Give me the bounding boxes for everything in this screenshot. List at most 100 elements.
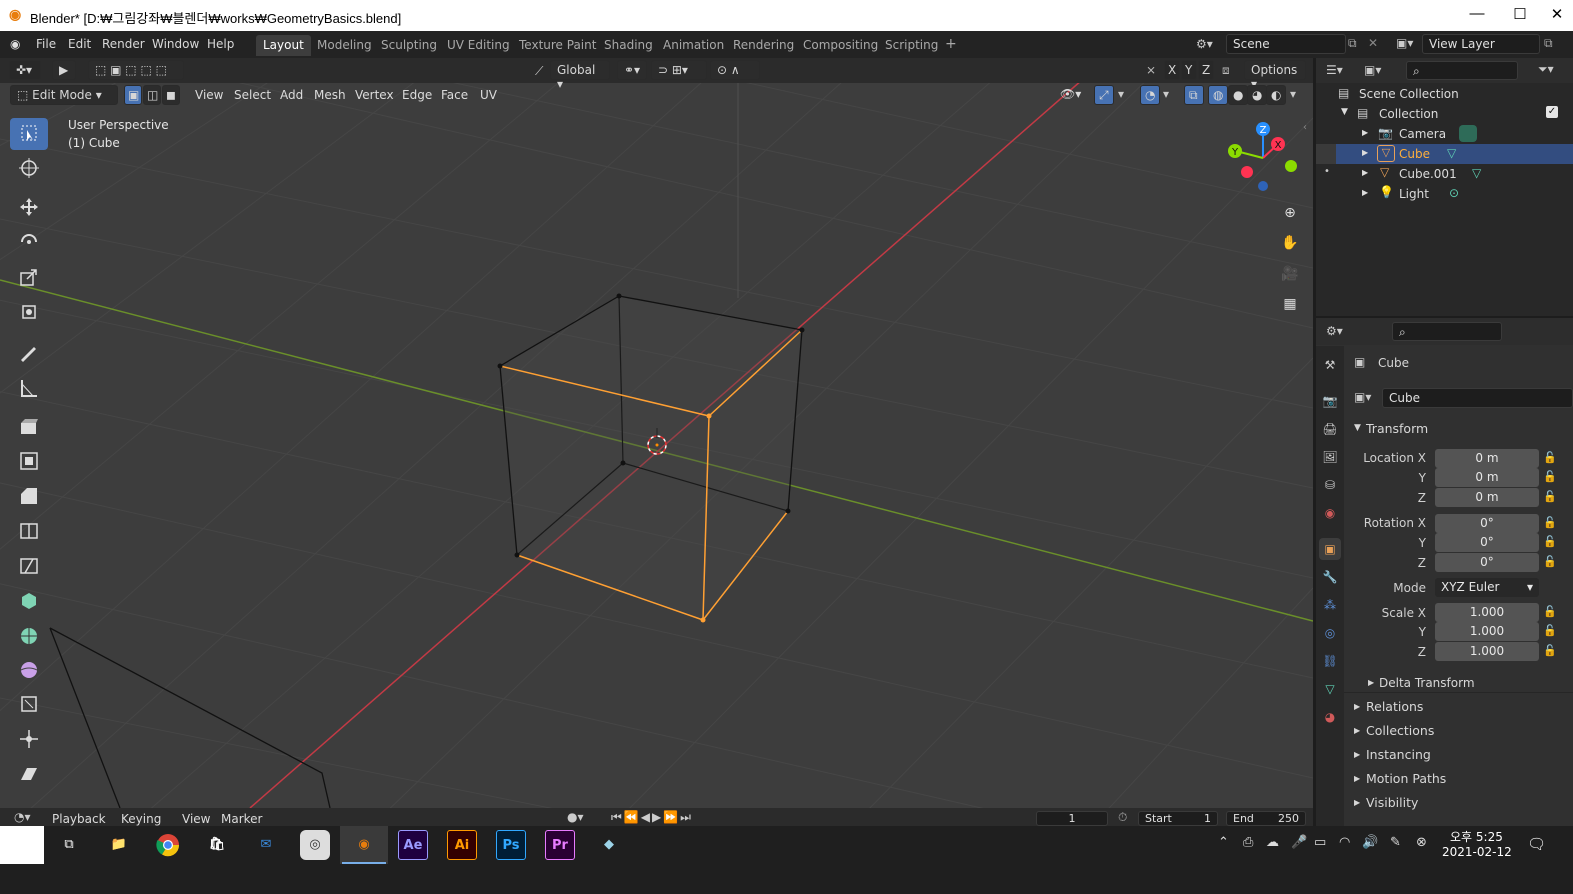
visibility-panel[interactable]: Visibility bbox=[1366, 795, 1418, 810]
start-frame-field[interactable]: Start 1 bbox=[1138, 811, 1218, 826]
scale-z-field[interactable]: 1.000 bbox=[1435, 642, 1539, 661]
motion-paths-panel[interactable]: Motion Paths bbox=[1366, 771, 1446, 786]
new-view-layer-icon[interactable]: ⧉ bbox=[1544, 36, 1553, 51]
motion-paths-expand-icon[interactable]: ▶ bbox=[1354, 774, 1360, 783]
scale-x-field[interactable]: 1.000 bbox=[1435, 603, 1539, 622]
tool-scale-icon[interactable] bbox=[10, 262, 48, 294]
playback-controls-icon[interactable]: ⏮⏪◀▶⏩⏭ bbox=[611, 810, 693, 825]
mirror-x-toggle[interactable]: X bbox=[1164, 60, 1180, 80]
tool-measure-icon[interactable] bbox=[10, 373, 48, 405]
outliner-editor-icon[interactable]: ☰▾ bbox=[1326, 63, 1343, 77]
transform-collapse-icon[interactable]: ▼ bbox=[1354, 423, 1361, 433]
proportional-editing-icon[interactable]: ⊙ ∧ bbox=[710, 60, 760, 80]
lock-icon[interactable]: 🔓 bbox=[1543, 516, 1557, 530]
menu-select[interactable]: Select bbox=[234, 88, 271, 102]
menu-vertex[interactable]: Vertex bbox=[355, 88, 394, 102]
instancing-panel[interactable]: Instancing bbox=[1366, 747, 1431, 762]
lock-icon[interactable]: 🔓 bbox=[1543, 535, 1557, 549]
outliner-item-cube-001[interactable]: • ▶ ▽ Cube.001 ▽ bbox=[1316, 164, 1573, 184]
overlay-dropdown-icon[interactable]: ▾ bbox=[1163, 87, 1169, 101]
mirror-z-toggle[interactable]: Z bbox=[1198, 60, 1214, 80]
display-mode-icon[interactable]: ▣▾ bbox=[1364, 63, 1381, 77]
mesh-data-tab-icon[interactable]: ▽ bbox=[1319, 678, 1341, 700]
mirror-y-toggle[interactable]: Y bbox=[1181, 60, 1197, 80]
light-expand-icon[interactable]: ▶ bbox=[1362, 188, 1368, 197]
rotation-mode-dropdown[interactable]: XYZ Euler ▾ bbox=[1435, 578, 1539, 597]
tray-battery-icon[interactable]: ▭ bbox=[1314, 835, 1326, 850]
tray-usb-icon[interactable]: ⎙ bbox=[1243, 835, 1253, 850]
tool-edge-slide-icon[interactable] bbox=[10, 689, 48, 721]
mirror-icon[interactable]: ⨯ bbox=[1146, 63, 1156, 77]
tool-cursor-icon[interactable] bbox=[10, 153, 48, 185]
tab-uv-editing[interactable]: UV Editing bbox=[440, 35, 517, 56]
physics-tab-icon[interactable]: ◎ bbox=[1319, 622, 1341, 644]
tray-mic-icon[interactable]: 🎤 bbox=[1291, 835, 1307, 850]
store-icon[interactable]: 🛍 bbox=[202, 830, 232, 860]
tab-modeling[interactable]: Modeling bbox=[310, 35, 379, 56]
after-effects-icon[interactable]: Ae bbox=[398, 830, 428, 860]
tab-rendering[interactable]: Rendering bbox=[726, 35, 801, 56]
location-z-field[interactable]: 0 m bbox=[1435, 488, 1539, 507]
camera-expand-icon[interactable]: ▶ bbox=[1362, 128, 1368, 137]
minimize-button[interactable]: — bbox=[1466, 5, 1488, 25]
scene-selector-icon[interactable]: ⚙▾ bbox=[1196, 37, 1213, 51]
rotation-z-field[interactable]: 0° bbox=[1435, 553, 1539, 572]
outliner-item-cube[interactable]: ▶ ▽ Cube ▽ bbox=[1316, 144, 1573, 164]
camera-view-icon[interactable]: 🎥 bbox=[1277, 261, 1303, 287]
menu-view[interactable]: View bbox=[195, 88, 223, 102]
tray-volume-icon[interactable]: 🔊 bbox=[1362, 835, 1378, 850]
tool-move-icon[interactable] bbox=[10, 192, 48, 224]
outliner-collection[interactable]: ▼ ▤ Collection ✓ bbox=[1316, 104, 1573, 124]
face-select-icon[interactable]: ◼ bbox=[162, 85, 180, 105]
illustrator-icon[interactable]: Ai bbox=[447, 830, 477, 860]
lock-icon[interactable]: 🔓 bbox=[1543, 490, 1557, 504]
options-dropdown[interactable]: Options ▾ bbox=[1244, 60, 1306, 91]
filter-icon[interactable]: ⏷▾ bbox=[1538, 62, 1554, 77]
xray-toggle-icon[interactable]: ⧉ bbox=[1184, 85, 1204, 105]
tool-inset-icon[interactable] bbox=[10, 446, 48, 478]
new-scene-icon[interactable]: ⧉ bbox=[1348, 36, 1357, 51]
collection-checkbox[interactable]: ✓ bbox=[1546, 106, 1558, 118]
tool-transform-icon[interactable] bbox=[10, 297, 48, 329]
tool-rotate-icon[interactable] bbox=[10, 227, 48, 259]
tool-loop-cut-icon[interactable] bbox=[10, 516, 48, 548]
tab-animation[interactable]: Animation bbox=[656, 35, 731, 56]
menu-mesh[interactable]: Mesh bbox=[314, 88, 346, 102]
scene-name-field[interactable]: Scene bbox=[1226, 34, 1346, 54]
particles-tab-icon[interactable]: ⁂ bbox=[1319, 594, 1341, 616]
tab-layout[interactable]: Layout bbox=[256, 35, 311, 56]
render-tab-icon[interactable]: 📷 bbox=[1319, 390, 1341, 412]
location-x-field[interactable]: 0 m bbox=[1435, 449, 1539, 468]
record-icon[interactable]: ●▾ bbox=[567, 810, 584, 824]
notification-icon[interactable]: 🗨 bbox=[1527, 835, 1546, 853]
tool-select-box-icon[interactable] bbox=[10, 118, 48, 150]
sidebar-toggle-icon[interactable]: ‹ bbox=[1303, 122, 1307, 133]
modifier-tab-icon[interactable]: 🔧 bbox=[1319, 566, 1341, 588]
rendered-shading-icon[interactable]: ◐ bbox=[1266, 85, 1286, 105]
blender-taskbar-icon[interactable]: ◉ bbox=[349, 830, 379, 860]
end-frame-field[interactable]: End 250 bbox=[1226, 811, 1306, 826]
tray-pen-icon[interactable]: ✎ bbox=[1390, 835, 1401, 850]
outliner-scene-collection[interactable]: ▤ Scene Collection bbox=[1316, 84, 1573, 104]
tray-cloud-icon[interactable]: ☁ bbox=[1266, 835, 1279, 850]
lock-icon[interactable]: 🔓 bbox=[1543, 644, 1557, 658]
object-data-selector-icon[interactable]: ▣▾ bbox=[1354, 390, 1371, 404]
tray-close-icon[interactable]: ⊗ bbox=[1416, 835, 1427, 850]
notes-app-icon[interactable]: ◆ bbox=[594, 830, 624, 860]
menu-uv[interactable]: UV bbox=[480, 88, 497, 102]
gizmo-dropdown-icon[interactable]: ▾ bbox=[1118, 87, 1124, 101]
menu-window[interactable]: Window bbox=[152, 37, 199, 51]
tab-compositing[interactable]: Compositing bbox=[796, 35, 885, 56]
chrome-icon[interactable] bbox=[153, 830, 183, 860]
material-shading-icon[interactable]: ◕ bbox=[1247, 85, 1267, 105]
wireframe-shading-icon[interactable]: ◍ bbox=[1208, 85, 1228, 105]
mode-dropdown[interactable]: ⬚ Edit Mode ▾ bbox=[10, 85, 118, 105]
outliner-item-light[interactable]: ▶ 💡 Light ⊙ bbox=[1316, 184, 1573, 204]
mail-icon[interactable]: ✉ bbox=[251, 830, 281, 860]
snap-icon[interactable]: ⊃ ⊞▾ bbox=[651, 60, 707, 80]
cube-001-expand-icon[interactable]: ▶ bbox=[1362, 168, 1368, 177]
lock-icon[interactable]: 🔓 bbox=[1543, 470, 1557, 484]
close-button[interactable]: ✕ bbox=[1546, 5, 1568, 25]
visibility-eye-icon[interactable]: 👁▾ bbox=[1060, 87, 1081, 101]
lock-icon[interactable]: 🔓 bbox=[1543, 624, 1557, 638]
